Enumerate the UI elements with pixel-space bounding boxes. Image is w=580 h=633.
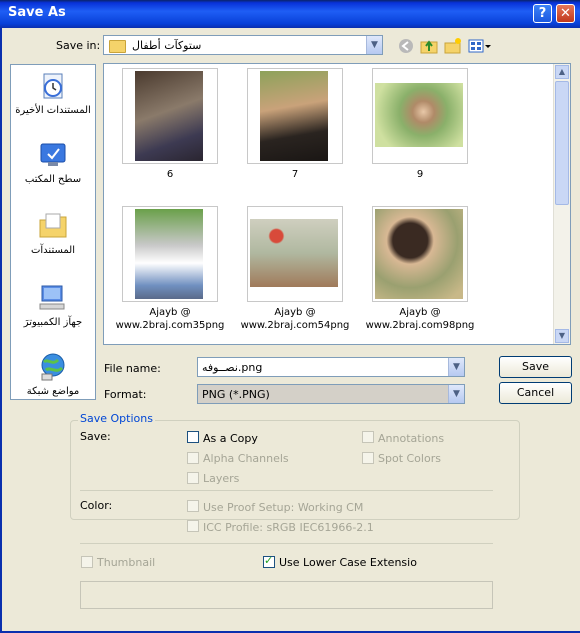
save-label: Save:	[80, 430, 111, 443]
message-area	[80, 581, 493, 609]
file-name-label-2: www.2braj.com54png	[240, 320, 350, 331]
spot-colors-checkbox	[362, 452, 374, 464]
format-dropdown[interactable]: PNG (*.PNG) ▼	[197, 384, 465, 404]
photo-thumbnail	[135, 71, 203, 161]
chevron-down-icon[interactable]: ▼	[366, 36, 382, 54]
places-bar: المستندات الأخيرة سطح المكتب المستندآت ج…	[10, 64, 96, 400]
format-label: Format:	[104, 388, 147, 401]
photo-thumbnail	[375, 83, 463, 147]
place-label: جهآز الكمبيوترَ	[23, 317, 83, 328]
file-name-label: Ajayb @	[274, 307, 316, 318]
file-name-input[interactable]: نصــوفه.png ▼	[197, 357, 465, 377]
back-icon[interactable]	[398, 38, 414, 54]
view-menu-icon[interactable]	[468, 38, 492, 54]
place-documents[interactable]: المستندآت	[11, 211, 95, 256]
thumbnail-frame	[247, 206, 343, 302]
photo-thumbnail	[375, 209, 463, 299]
use-proof-setup-checkbox	[187, 500, 199, 512]
scroll-down-icon[interactable]: ▼	[555, 329, 569, 343]
annotations-checkbox	[362, 431, 374, 443]
layers-checkbox	[187, 472, 199, 484]
thumbnail-checkbox	[81, 556, 93, 568]
photo-thumbnail	[250, 219, 338, 287]
as-a-copy-label: As a Copy	[203, 432, 258, 445]
spot-colors-label: Spot Colors	[378, 452, 441, 465]
chevron-down-icon[interactable]: ▼	[448, 358, 464, 376]
photo-thumbnail	[260, 71, 328, 161]
file-name-value: نصــوفه.png	[202, 361, 263, 374]
layers-label: Layers	[203, 472, 240, 485]
file-item[interactable]: 9	[354, 68, 486, 181]
file-item[interactable]: Ajayb @ www.2braj.com35png	[104, 206, 236, 332]
annotations-label: Annotations	[378, 432, 445, 445]
place-desktop[interactable]: سطح المكتب	[11, 140, 95, 185]
file-item[interactable]: 7	[229, 68, 361, 181]
title-bar: Save As ? ✕	[0, 0, 580, 28]
place-label: المستندات الأخيرة	[15, 105, 91, 116]
file-item[interactable]: Ajayb @ www.2braj.com54png	[229, 206, 361, 332]
thumbnail-frame	[122, 206, 218, 302]
file-name-label: File name:	[104, 362, 161, 375]
icc-profile-checkbox	[187, 520, 199, 532]
save-in-label: Save in:	[56, 39, 101, 52]
as-a-copy-checkbox[interactable]	[187, 431, 199, 443]
icc-profile-label: ICC Profile: sRGB IEC61966-2.1	[203, 521, 374, 534]
window-title: Save As	[8, 5, 66, 20]
file-item[interactable]: 6	[104, 68, 236, 181]
alpha-channels-label: Alpha Channels	[203, 452, 289, 465]
file-name-label-2: www.2braj.com35png	[115, 320, 225, 331]
up-folder-icon[interactable]	[420, 37, 438, 55]
close-button[interactable]: ✕	[556, 4, 575, 23]
chevron-down-icon[interactable]: ▼	[448, 385, 464, 403]
desktop-icon	[40, 143, 66, 166]
scroll-up-icon[interactable]: ▲	[555, 65, 569, 79]
place-label: مواضع شبكة	[26, 386, 80, 397]
file-name-label-2: www.2braj.com98png	[365, 320, 475, 331]
recent-documents-icon	[43, 73, 63, 99]
file-name-label: 6	[166, 169, 174, 180]
file-item[interactable]: Ajayb @ www.2braj.com98png	[354, 206, 486, 332]
save-in-dropdown[interactable]: ستوكآت أطفال ▼	[103, 35, 383, 55]
thumbnail-frame	[122, 68, 218, 164]
divider	[80, 543, 493, 544]
thumbnail-frame	[372, 206, 468, 302]
file-name-label: 7	[291, 169, 299, 180]
format-value: PNG (*.PNG)	[202, 388, 270, 401]
lower-case-extension-checkbox[interactable]	[263, 554, 275, 568]
new-folder-icon[interactable]	[444, 37, 462, 55]
my-computer-icon	[39, 285, 65, 310]
file-name-label: Ajayb @	[149, 307, 191, 318]
lower-case-extension-label: Use Lower Case Extensio	[279, 556, 417, 569]
use-proof-setup-label: Use Proof Setup: Working CM	[203, 501, 364, 514]
thumbnail-label: Thumbnail	[97, 556, 156, 569]
file-name-label: 9	[416, 169, 424, 180]
place-label: المستندآت	[30, 245, 75, 256]
divider	[80, 490, 493, 491]
save-in-value: ستوكآت أطفال	[132, 39, 202, 52]
help-button[interactable]: ?	[533, 4, 552, 23]
save-button[interactable]: Save	[499, 356, 572, 378]
scroll-thumb[interactable]	[555, 81, 569, 205]
place-label: سطح المكتب	[24, 174, 82, 185]
thumbnail-frame	[247, 68, 343, 164]
cancel-button[interactable]: Cancel	[499, 382, 572, 404]
file-name-label: Ajayb @	[399, 307, 441, 318]
thumbnail-frame	[372, 68, 468, 164]
place-computer[interactable]: جهآز الكمبيوترَ	[11, 283, 95, 328]
file-list[interactable]: 6 7 9 Ajayb @ www.2braj.com35png Ajayb @…	[103, 63, 571, 345]
folder-icon	[109, 40, 126, 53]
vertical-scrollbar[interactable]: ▲ ▼	[553, 64, 570, 344]
color-label: Color:	[80, 499, 113, 512]
alpha-channels-checkbox	[187, 452, 199, 464]
save-options-title: Save Options	[78, 412, 155, 425]
photo-thumbnail	[135, 209, 203, 299]
place-network[interactable]: مواضع شبكة	[11, 352, 95, 397]
place-recent[interactable]: المستندات الأخيرة	[11, 71, 95, 116]
network-places-icon	[41, 353, 65, 381]
my-documents-icon	[39, 213, 67, 238]
